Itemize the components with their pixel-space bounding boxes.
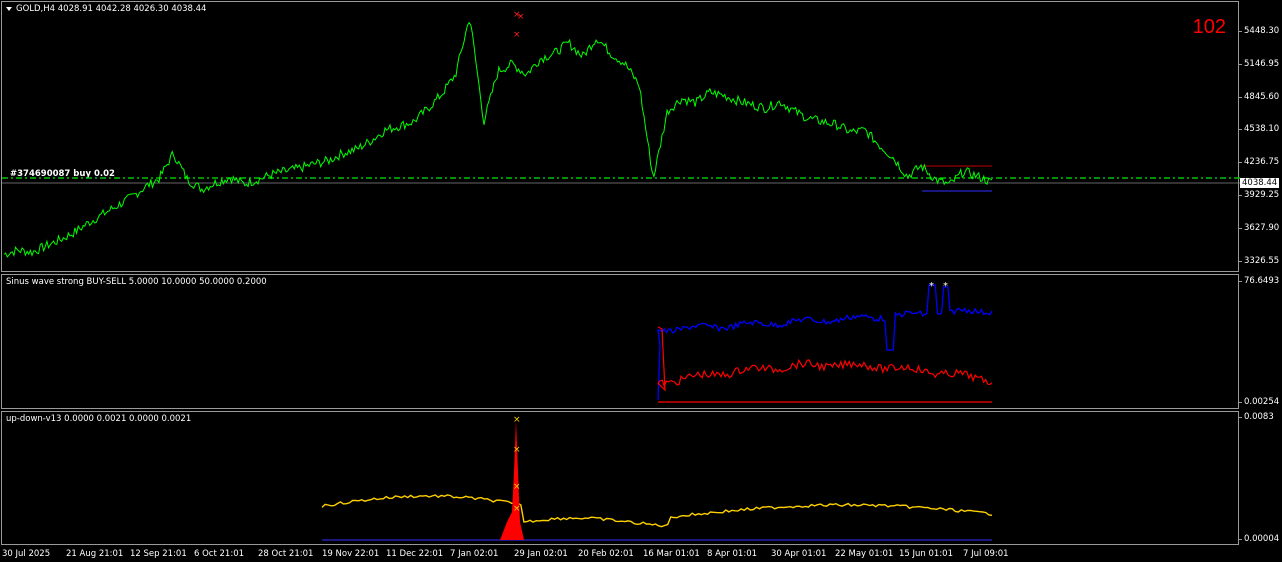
updown-indicator-pane[interactable]: up-down-v13 0.0000 0.0021 0.0000 0.0021 … bbox=[1, 411, 1239, 545]
updown-axis-bottom: 0.00004 bbox=[1238, 534, 1280, 544]
price-tick: 3627.90 bbox=[1238, 223, 1280, 233]
price-tick: 4538.10 bbox=[1238, 124, 1280, 134]
time-label: 16 Mar 01:01 bbox=[643, 549, 700, 559]
price-tick: 3929.25 bbox=[1238, 190, 1280, 200]
sinus-red-line bbox=[657, 326, 993, 392]
updown-marker-icon: × bbox=[513, 445, 521, 455]
signal-marker-icon: * bbox=[929, 281, 934, 292]
signal-marker-icon: * bbox=[943, 281, 948, 292]
updown-axis-top: 0.0083 bbox=[1239, 412, 1274, 422]
price-chart-canvas[interactable]: ××× bbox=[2, 2, 1240, 273]
time-label: 7 Jan 02:01 bbox=[450, 549, 499, 559]
main-price-pane[interactable]: GOLD,H4 4028.91 4042.28 4026.30 4038.44 … bbox=[1, 1, 1240, 273]
time-label: 19 Nov 22:01 bbox=[322, 549, 380, 559]
time-label: 28 Oct 21:01 bbox=[258, 549, 314, 559]
time-label: 6 Oct 21:01 bbox=[194, 549, 245, 559]
time-label: 21 Aug 21:01 bbox=[66, 549, 124, 559]
time-label: 12 Sep 21:01 bbox=[130, 549, 187, 559]
sinus-axis-bottom: 0.00254 bbox=[1238, 397, 1280, 407]
sinus-indicator-pane[interactable]: Sinus wave strong BUY-SELL 5.0000 10.000… bbox=[1, 274, 1239, 409]
time-label: 15 Jun 01:01 bbox=[899, 549, 953, 559]
time-label: 7 Jul 09:01 bbox=[963, 549, 1009, 559]
time-label: 8 Apr 01:01 bbox=[707, 549, 758, 559]
price-line bbox=[3, 21, 993, 258]
time-label: 20 Feb 02:01 bbox=[578, 549, 634, 559]
time-label: 30 Apr 01:01 bbox=[771, 549, 827, 559]
price-tick: 5146.95 bbox=[1238, 59, 1280, 69]
updown-chart-canvas[interactable]: × × × × bbox=[2, 412, 1240, 546]
updown-axis: 0.0083 0.00004 bbox=[1238, 411, 1282, 545]
sinus-axis-top: 76.6493 bbox=[1238, 276, 1280, 286]
time-label: 22 May 01:01 bbox=[835, 549, 894, 559]
updown-marker-icon: × bbox=[513, 415, 521, 425]
price-tick: 3326.55 bbox=[1238, 256, 1280, 266]
time-label: 11 Dec 22:01 bbox=[386, 549, 444, 559]
updown-marker-icon: × bbox=[513, 482, 521, 492]
main-price-axis: 5448.30 5146.95 4845.60 4538.10 4236.75 … bbox=[1238, 1, 1282, 272]
sinus-blue-line bbox=[657, 284, 993, 401]
price-tick: 4845.60 bbox=[1238, 92, 1280, 102]
time-label: 30 Jul 2025 bbox=[2, 549, 51, 559]
updown-marker-icon: × bbox=[513, 504, 521, 514]
sinus-axis: 76.6493 0.00254 bbox=[1238, 274, 1282, 409]
price-tick: 4236.75 bbox=[1238, 157, 1280, 167]
time-axis: 30 Jul 2025 21 Aug 21:01 12 Sep 21:01 6 … bbox=[0, 546, 1240, 562]
price-tick: 5448.30 bbox=[1238, 26, 1280, 36]
sinus-chart-canvas[interactable]: * * bbox=[2, 275, 1240, 410]
updown-yellow-line bbox=[321, 494, 993, 528]
sell-marker-icon: × bbox=[513, 30, 521, 40]
updown-red-spike bbox=[500, 420, 524, 540]
sell-marker-icon: × bbox=[517, 12, 525, 22]
time-label: 29 Jan 02:01 bbox=[514, 549, 568, 559]
current-price-marker: 4038.44 bbox=[1240, 178, 1279, 188]
